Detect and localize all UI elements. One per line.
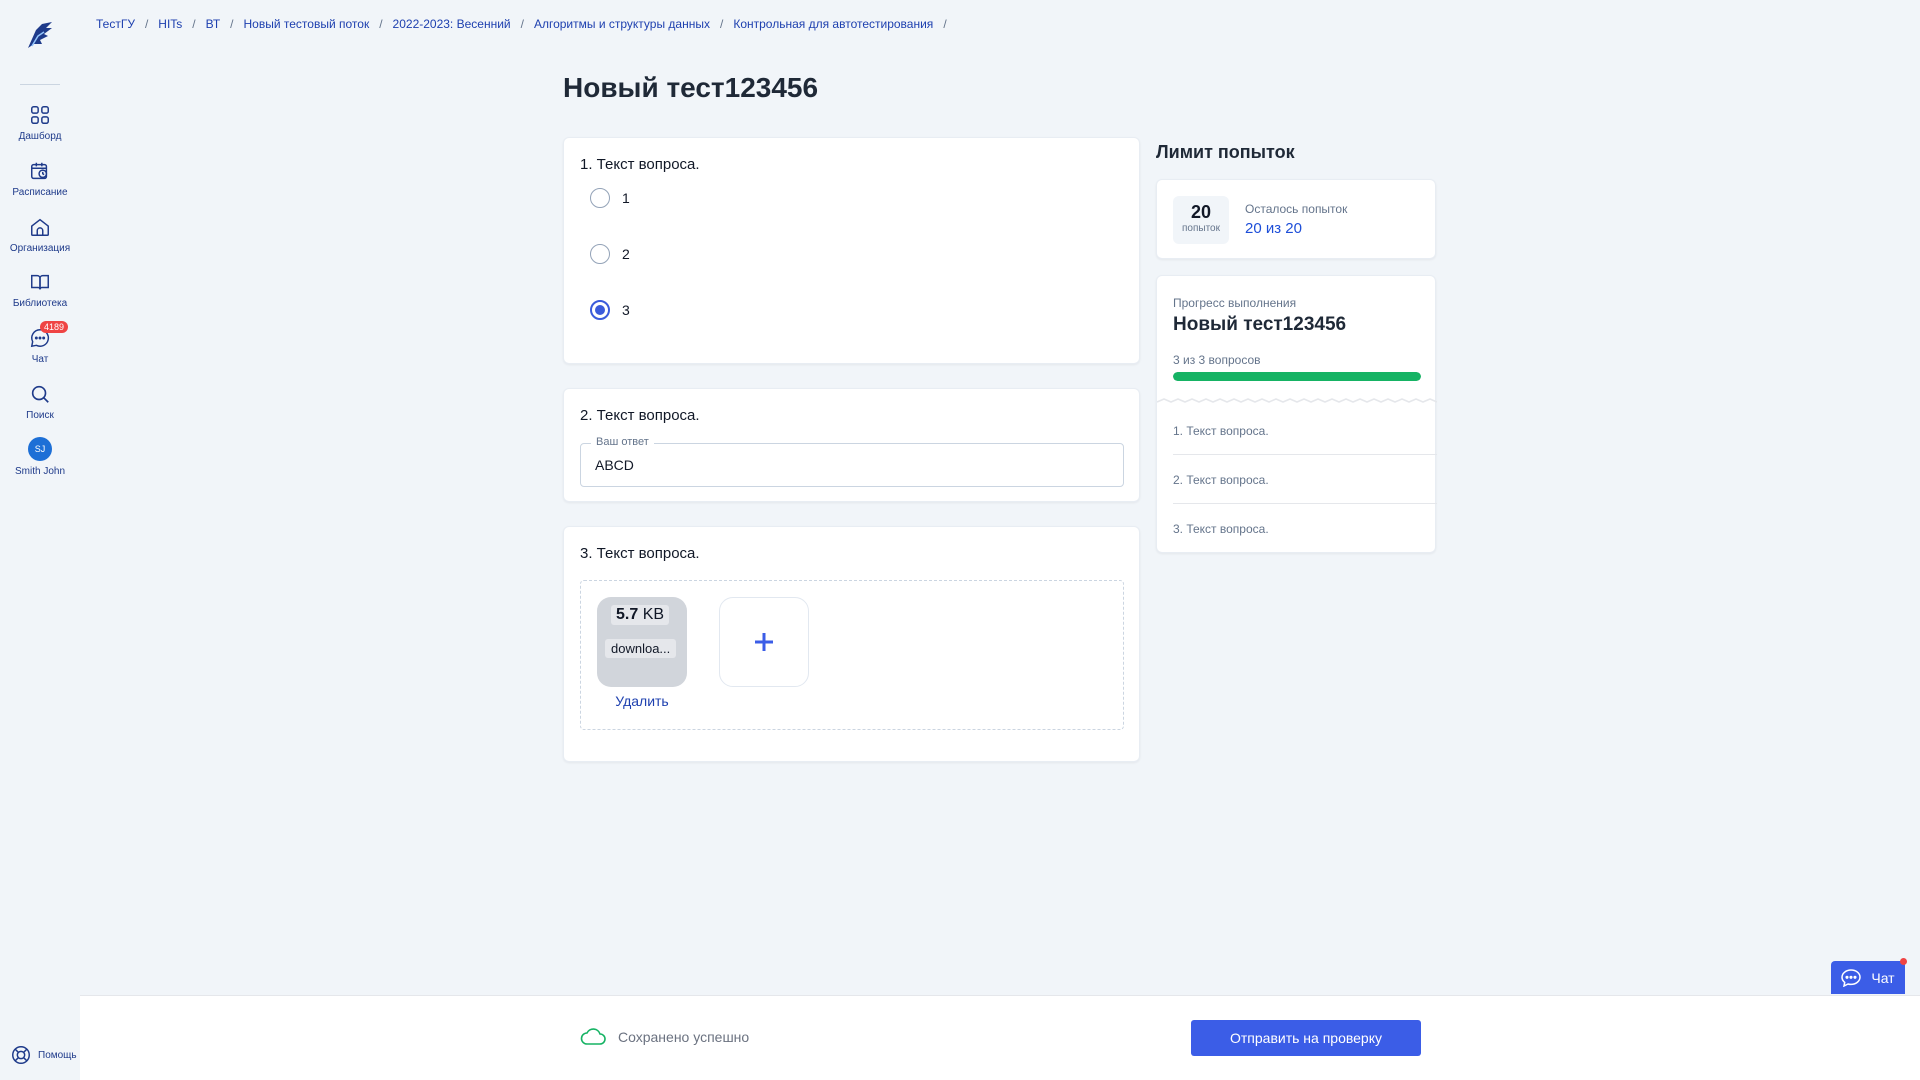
chat-widget-button[interactable]: Чат bbox=[1831, 958, 1907, 994]
answer-field-label: Ваш ответ bbox=[591, 436, 654, 448]
breadcrumb-item[interactable]: ТестГУ bbox=[96, 17, 135, 31]
save-status-text: Сохранено успешно bbox=[618, 1029, 750, 1045]
answer-option-3[interactable]: 3 bbox=[590, 300, 630, 320]
zigzag-divider bbox=[1157, 398, 1437, 403]
question-card-1: 1. Текст вопроса. 1 2 3 bbox=[563, 137, 1140, 364]
answer-option-1[interactable]: 1 bbox=[590, 188, 630, 208]
lifebuoy-icon bbox=[12, 1046, 30, 1064]
answer-field[interactable]: Ваш ответ bbox=[580, 436, 1124, 487]
footer-bar: Сохранено успешно Отправить на проверку bbox=[80, 995, 1920, 1080]
search-icon bbox=[31, 385, 49, 403]
radio-button[interactable] bbox=[590, 244, 610, 264]
sidebar-item-label: Библиотека bbox=[12, 298, 68, 309]
breadcrumb-item[interactable]: HITs bbox=[158, 17, 182, 31]
attempts-remaining-label: Осталось попыток bbox=[1245, 202, 1348, 216]
question-title: 3. Текст вопроса. bbox=[580, 545, 700, 562]
cloud-icon bbox=[580, 1028, 606, 1045]
option-label: 3 bbox=[622, 302, 630, 318]
plus-icon bbox=[755, 633, 773, 651]
submit-button[interactable]: Отправить на проверку bbox=[1191, 1020, 1421, 1056]
delete-file-button[interactable]: Удалить bbox=[597, 693, 687, 709]
breadcrumb-separator: / bbox=[943, 17, 947, 31]
divider bbox=[1173, 454, 1437, 455]
breadcrumb-item[interactable]: ВТ bbox=[206, 17, 221, 31]
progress-card: Прогресс выполнения Новый тест123456 3 и… bbox=[1156, 275, 1437, 553]
calendar-icon bbox=[31, 162, 48, 180]
file-name: downloa... bbox=[605, 639, 677, 658]
sidebar-item-library[interactable]: Библиотека bbox=[0, 271, 80, 321]
question-title: 1. Текст вопроса. bbox=[580, 156, 700, 173]
file-dropzone[interactable]: 5.7 KB downloa... Удалить bbox=[580, 580, 1124, 730]
dashboard-icon bbox=[31, 106, 49, 124]
option-label: 2 bbox=[622, 246, 630, 262]
page-title: Новый тест123456 bbox=[563, 72, 819, 103]
sidebar-item-label: Smith John bbox=[14, 466, 66, 477]
avatar: SJ bbox=[28, 437, 52, 461]
breadcrumb-item[interactable]: Новый тестовый поток bbox=[244, 17, 370, 31]
progress-caption: Прогресс выполнения bbox=[1173, 296, 1297, 310]
attempts-title: Лимит попыток bbox=[1156, 142, 1295, 162]
sidebar-item-organization[interactable]: Организация bbox=[0, 216, 80, 266]
sidebar-divider bbox=[20, 84, 60, 85]
sidebar-item-label: Дашборд bbox=[18, 131, 62, 142]
sidebar-item-label: Поиск bbox=[26, 410, 54, 421]
book-icon bbox=[31, 274, 49, 290]
file-size-value: 5.7 bbox=[616, 606, 639, 623]
option-label: 1 bbox=[622, 190, 630, 206]
progress-bar bbox=[1173, 372, 1421, 381]
answer-input[interactable] bbox=[595, 457, 1095, 473]
progress-count: 3 из 3 вопросов bbox=[1173, 353, 1261, 367]
divider bbox=[1173, 503, 1437, 504]
question-title: 2. Текст вопроса. bbox=[580, 407, 700, 424]
sidebar-item-profile[interactable]: SJ Smith John bbox=[0, 437, 80, 487]
breadcrumb-separator: / bbox=[379, 17, 383, 31]
attempts-card: 20 попыток Осталось попыток 20 из 20 bbox=[1156, 179, 1436, 259]
progress-bar-fill bbox=[1173, 372, 1421, 381]
breadcrumb-item[interactable]: Контрольная для автотестирования bbox=[733, 17, 933, 31]
attempts-count-box: 20 попыток bbox=[1173, 196, 1229, 244]
file-size: 5.7 KB bbox=[611, 605, 670, 625]
question-card-3: 3. Текст вопроса. 5.7 KB downloa... Удал… bbox=[563, 526, 1140, 762]
breadcrumb-separator: / bbox=[192, 17, 196, 31]
sidebar-item-label: Чат bbox=[31, 354, 49, 365]
chat-bubble-icon bbox=[1841, 968, 1862, 987]
question-card-2: 2. Текст вопроса. Ваш ответ bbox=[563, 388, 1140, 502]
attempts-unit: попыток bbox=[1182, 223, 1220, 234]
add-file-button[interactable] bbox=[719, 597, 809, 687]
sidebar-item-dashboard[interactable]: Дашборд bbox=[0, 104, 80, 154]
help-label: Помощь bbox=[38, 1049, 77, 1061]
uploaded-file[interactable]: 5.7 KB downloa... bbox=[597, 597, 687, 687]
sidebar-item-schedule[interactable]: Расписание bbox=[0, 160, 80, 210]
progress-question-link[interactable]: 3. Текст вопроса. bbox=[1173, 522, 1269, 536]
notification-dot bbox=[1900, 958, 1907, 965]
help-link[interactable]: Помощь bbox=[10, 1044, 77, 1066]
breadcrumb-item[interactable]: Алгоритмы и структуры данных bbox=[534, 17, 710, 31]
chat-unread-badge: 4189 bbox=[40, 321, 69, 333]
logo-icon[interactable] bbox=[22, 18, 58, 54]
radio-button[interactable] bbox=[590, 188, 610, 208]
attempts-count: 20 bbox=[1190, 202, 1212, 222]
attempts-remaining-value: 20 из 20 bbox=[1245, 220, 1302, 237]
home-icon bbox=[31, 218, 49, 236]
breadcrumb-separator: / bbox=[230, 17, 234, 31]
breadcrumb-separator: / bbox=[520, 17, 524, 31]
progress-question-link[interactable]: 1. Текст вопроса. bbox=[1173, 424, 1269, 438]
breadcrumb-separator: / bbox=[719, 17, 724, 31]
progress-test-name: Новый тест123456 bbox=[1173, 314, 1347, 335]
chat-widget-label: Чат bbox=[1871, 969, 1895, 986]
breadcrumb: ТестГУ / HITs / ВТ / Новый тестовый поток / … bbox=[96, 17, 957, 31]
sidebar-item-label: Организация bbox=[9, 243, 71, 254]
save-status: Сохранено успешно bbox=[580, 1028, 749, 1046]
answer-option-2[interactable]: 2 bbox=[590, 244, 630, 264]
sidebar-item-chat[interactable]: 4189 Чат bbox=[0, 321, 80, 377]
progress-question-link[interactable]: 2. Текст вопроса. bbox=[1173, 473, 1269, 487]
sidebar: Дашборд Расписание Организация Библиотек… bbox=[0, 0, 80, 1080]
sidebar-item-search[interactable]: Поиск bbox=[0, 383, 80, 433]
file-size-unit: KB bbox=[642, 606, 665, 623]
breadcrumb-item[interactable]: 2022-2023: Весенний bbox=[393, 17, 511, 31]
breadcrumb-separator: / bbox=[144, 17, 149, 31]
radio-button-selected[interactable] bbox=[590, 300, 610, 320]
sidebar-item-label: Расписание bbox=[12, 187, 68, 198]
